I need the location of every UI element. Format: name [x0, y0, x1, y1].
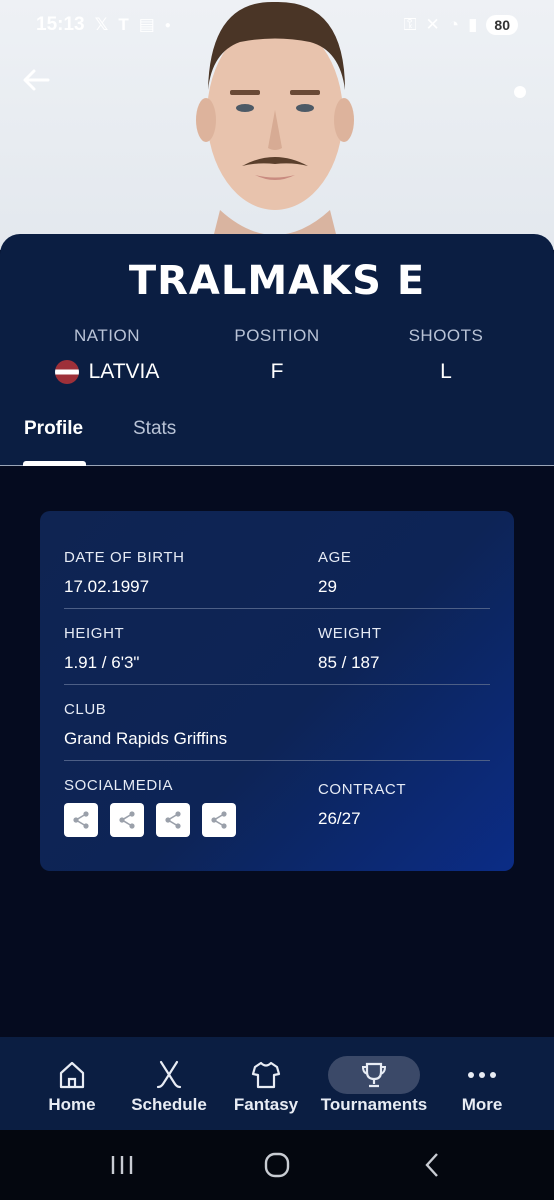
- recent-apps-button[interactable]: [102, 1150, 142, 1180]
- height-value: 1.91 / 6'3": [64, 653, 140, 672]
- back-button[interactable]: [18, 62, 54, 98]
- nav-home[interactable]: Home: [44, 1057, 100, 1115]
- nation-label: NATION: [74, 326, 140, 345]
- nav-more-label: More: [461, 1095, 503, 1114]
- nation-value: LATVIA: [88, 360, 160, 383]
- back-system-button[interactable]: [412, 1150, 452, 1180]
- latvia-flag-icon: [54, 360, 79, 384]
- signal-icon: ▮: [468, 15, 478, 34]
- home-icon: [59, 1061, 85, 1089]
- x-app-icon: 𝕏: [94, 15, 109, 34]
- more-dots-icon: [468, 1072, 496, 1078]
- battery-indicator: 80: [486, 15, 518, 35]
- tesla-icon: T: [118, 15, 129, 34]
- bottom-navigation: Home Schedule Fantasy Tournaments More: [0, 1037, 554, 1130]
- share-button[interactable]: [110, 803, 144, 837]
- player-header: TRALMAKS E NATION LATVIA POSITION F SHOO…: [0, 234, 554, 466]
- nav-schedule-label: Schedule: [131, 1095, 207, 1114]
- position-column: POSITION F: [220, 326, 334, 384]
- profile-card: DATE OF BIRTH 17.02.1997 AGE 29 HEIGHT 1…: [40, 511, 514, 871]
- chevron-left-icon: [425, 1153, 438, 1177]
- share-button[interactable]: [64, 803, 98, 837]
- age-value: 29: [318, 577, 337, 596]
- shoots-value: L: [440, 360, 452, 383]
- jersey-icon: [251, 1061, 281, 1089]
- crossed-sticks-icon: [156, 1060, 182, 1089]
- clock: 15:13: [36, 14, 85, 35]
- nav-schedule[interactable]: Schedule: [128, 1057, 210, 1115]
- recent-apps-icon: [111, 1156, 133, 1174]
- height-label: HEIGHT: [64, 625, 125, 642]
- share-icon: [165, 811, 181, 829]
- date-of-birth-label: DATE OF BIRTH: [64, 549, 185, 566]
- wifi-icon: ◔: [448, 15, 460, 34]
- socialmedia-label: SOCIALMEDIA: [64, 777, 174, 794]
- arrow-left-icon: [23, 69, 50, 91]
- dot-icon: ●: [164, 19, 171, 31]
- club-label: CLUB: [64, 701, 107, 718]
- share-button[interactable]: [202, 803, 236, 837]
- nav-fantasy[interactable]: Fantasy: [230, 1057, 302, 1115]
- profile-row-club: CLUB Grand Rapids Griffins: [64, 685, 490, 761]
- home-circle-icon: [264, 1152, 290, 1178]
- profile-row-social: SOCIALMEDIA CONTRACT 26/27: [64, 761, 490, 871]
- nav-tournaments[interactable]: Tournaments: [316, 1057, 432, 1115]
- position-label: POSITION: [234, 326, 320, 345]
- nav-tournaments-label: Tournaments: [320, 1095, 428, 1114]
- calendar-icon: ▤: [138, 15, 155, 34]
- date-of-birth-value: 17.02.1997: [64, 577, 150, 596]
- nav-fantasy-label: Fantasy: [233, 1095, 299, 1114]
- trophy-icon: [361, 1062, 387, 1088]
- nation-column: NATION LATVIA: [52, 326, 162, 384]
- tab-stats[interactable]: Stats: [133, 418, 176, 440]
- shoots-label: SHOOTS: [408, 326, 484, 345]
- key-icon: ⚿: [403, 15, 417, 34]
- status-bar: 15:13 𝕏 T ▤ ● ⚿ ✕ ◔ ▮ 80: [0, 0, 554, 50]
- profile-row-birth: DATE OF BIRTH 17.02.1997 AGE 29: [64, 511, 490, 609]
- nav-more[interactable]: More: [456, 1057, 508, 1115]
- profile-row-size: HEIGHT 1.91 / 6'3" WEIGHT 85 / 187: [64, 609, 490, 685]
- system-navigation: [0, 1130, 554, 1200]
- share-icon: [73, 811, 89, 829]
- contract-value: 26/27: [318, 809, 361, 828]
- menu-dot-button[interactable]: [514, 86, 526, 98]
- contract-label: CONTRACT: [318, 781, 407, 798]
- share-icon: [119, 811, 135, 829]
- home-system-button[interactable]: [257, 1150, 297, 1180]
- weight-label: WEIGHT: [318, 625, 382, 642]
- share-button[interactable]: [156, 803, 190, 837]
- mute-icon: ✕: [425, 15, 440, 34]
- profile-tabs: Profile Stats: [0, 414, 554, 466]
- player-name: TRALMAKS E: [128, 258, 426, 304]
- shoots-column: SHOOTS L: [392, 326, 500, 384]
- club-value: Grand Rapids Griffins: [64, 729, 228, 748]
- active-tab-indicator: [23, 461, 86, 466]
- social-links: [64, 803, 236, 837]
- tab-profile[interactable]: Profile: [24, 418, 83, 440]
- share-icon: [211, 811, 227, 829]
- age-label: AGE: [318, 549, 352, 566]
- position-value: F: [270, 360, 284, 383]
- nav-home-label: Home: [48, 1095, 96, 1114]
- weight-value: 85 / 187: [318, 653, 380, 672]
